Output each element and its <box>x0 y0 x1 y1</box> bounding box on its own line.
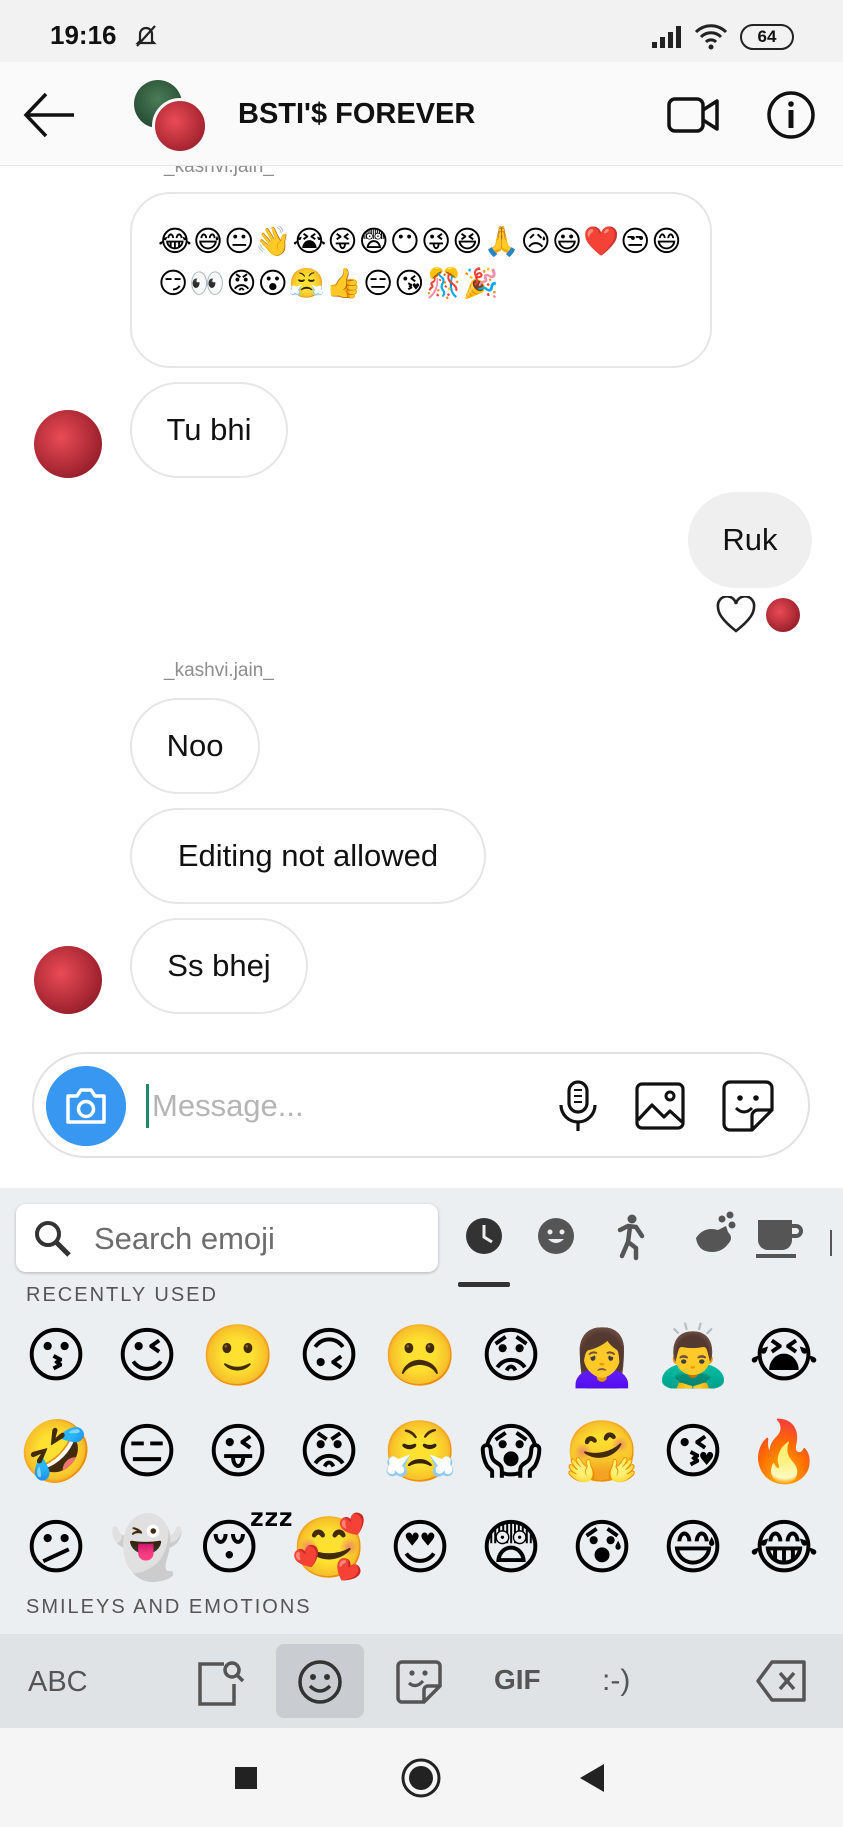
emoji-key[interactable]: 😂 <box>744 1508 824 1588</box>
my-message-bubble[interactable]: Ruk <box>688 492 812 588</box>
emoji-key[interactable]: 🙃 <box>289 1316 369 1396</box>
message-input[interactable] <box>152 1082 532 1130</box>
sender-avatar[interactable] <box>34 410 102 478</box>
search-icon <box>35 1221 71 1257</box>
heart-reaction-icon[interactable] <box>716 596 756 634</box>
emoji-key[interactable]: 🥰 <box>289 1508 369 1588</box>
emoji-key[interactable]: 😤 <box>380 1412 460 1492</box>
muted-bell-icon <box>135 25 157 47</box>
system-navigation-bar <box>0 1728 843 1827</box>
selected-category-indicator <box>458 1282 510 1287</box>
back-arrow-icon[interactable] <box>22 90 78 140</box>
abc-keyboard-button[interactable]: ABC <box>28 1666 88 1699</box>
sender-name: _kashvi.jain_ <box>164 660 274 681</box>
emoji-search-placeholder: Search emoji <box>94 1221 275 1256</box>
status-time: 19:16 <box>50 20 117 50</box>
smileys-heading: SMILEYS AND EMOTIONS <box>26 1596 312 1618</box>
emoji-key[interactable]: 🙇‍♂️ <box>653 1316 733 1396</box>
emoji-key[interactable]: 😜 <box>198 1412 278 1492</box>
food-category-icon[interactable] <box>752 1210 804 1262</box>
emoji-tab-icon[interactable] <box>294 1656 346 1708</box>
emoji-search-box[interactable]: Search emoji <box>16 1204 438 1272</box>
emoji-key[interactable]: 🤗 <box>562 1412 642 1492</box>
emoji-key[interactable]: 😑 <box>107 1412 187 1492</box>
emoji-key[interactable]: 🙂 <box>198 1316 278 1396</box>
people-category-icon[interactable] <box>604 1210 656 1262</box>
signal-icon <box>652 26 681 48</box>
sticker-icon[interactable] <box>720 1078 776 1134</box>
text-caret <box>146 1084 149 1128</box>
wifi-icon <box>694 24 728 50</box>
reactor-avatar <box>766 598 800 632</box>
back-triangle-icon[interactable] <box>572 1756 616 1800</box>
chat-title[interactable]: BSTI'$ FOREVER <box>238 98 475 131</box>
gif-tab-button[interactable]: GIF <box>494 1664 541 1696</box>
message-bubble[interactable]: Tu bhi <box>130 382 288 478</box>
message-bubble[interactable]: Ss bhej <box>130 918 308 1014</box>
emoji-key[interactable]: 😅 <box>653 1508 733 1588</box>
sender-avatar[interactable] <box>34 946 102 1014</box>
home-circle-icon[interactable] <box>399 1756 443 1800</box>
category-scroll-divider <box>830 1230 832 1256</box>
battery-indicator: 64 <box>740 24 794 50</box>
emoji-key[interactable]: 😗 <box>16 1316 96 1396</box>
emoji-key[interactable]: 🔥 <box>744 1412 824 1492</box>
emoji-key[interactable]: 😘 <box>653 1412 733 1492</box>
recents-square-icon[interactable] <box>224 1756 268 1800</box>
info-icon[interactable] <box>766 90 816 140</box>
microphone-icon[interactable] <box>550 1078 606 1134</box>
recent-emoji-grid: 😗 😉 🙂 🙃 ☹️ 😟 🙍‍♀️ 🙇‍♂️ 😭 🤣 😑 😜 😡 😤 😱 🤗 😘 🔥 😕 👻 😴 🥰 😍 😨 😰 😅 😂 <box>16 1316 836 1588</box>
emoji-key[interactable]: 🙍‍♀️ <box>562 1316 642 1396</box>
clipboard-search-icon[interactable] <box>194 1656 246 1708</box>
emoji-key[interactable]: 😨 <box>471 1508 551 1588</box>
recent-clock-icon[interactable] <box>458 1210 510 1262</box>
video-call-icon[interactable] <box>666 90 720 140</box>
message-bubble[interactable]: Editing not allowed <box>130 808 486 904</box>
smiley-category-icon[interactable] <box>530 1210 582 1262</box>
emoji-keyboard: Search emoji RECENTLY USED 😗 😉 🙂 🙃 ☹️ 😟 … <box>0 1188 843 1728</box>
recently-used-heading: RECENTLY USED <box>26 1284 218 1306</box>
emoji-message-bubble[interactable]: 😂😅😐👋😭😝😨😶😜😆🙏😥😃❤️😒😄😏👀😡😮😤👍😑😘🎊🎉 <box>130 192 712 368</box>
emoji-key[interactable]: 😕 <box>16 1508 96 1588</box>
camera-icon[interactable] <box>46 1066 126 1146</box>
emoji-key[interactable]: 😉 <box>107 1316 187 1396</box>
emoji-key[interactable]: 😡 <box>289 1412 369 1492</box>
emoji-key[interactable]: 😰 <box>562 1508 642 1588</box>
chat-header: BSTI'$ FOREVER <box>0 62 843 166</box>
message-thread[interactable]: _kashvi.jain_ 😂😅😐👋😭😝😨😶😜😆🙏😥😃❤️😒😄😏👀😡😮😤👍😑😘🎊… <box>0 166 843 1040</box>
sticker-tab-icon[interactable] <box>394 1656 446 1708</box>
member-avatar-2 <box>152 98 208 154</box>
emoji-key[interactable]: 😭 <box>744 1316 824 1396</box>
emoji-keyboard-topbar: Search emoji <box>0 1188 843 1290</box>
emoticon-tab-button[interactable]: :-) <box>602 1664 630 1698</box>
gallery-icon[interactable] <box>632 1078 688 1134</box>
backspace-icon[interactable] <box>756 1658 808 1704</box>
animals-category-icon[interactable] <box>688 1210 740 1262</box>
emoji-key[interactable]: 👻 <box>107 1508 187 1588</box>
keyboard-bottom-toolbar: ABC GIF :-) <box>0 1634 843 1728</box>
emoji-key[interactable]: 😍 <box>380 1508 460 1588</box>
emoji-key[interactable]: 😟 <box>471 1316 551 1396</box>
message-composer <box>32 1052 810 1158</box>
emoji-key[interactable]: 😴 <box>198 1508 294 1588</box>
emoji-key[interactable]: 🤣 <box>16 1412 96 1492</box>
group-avatar[interactable] <box>134 80 208 154</box>
sender-name: _kashvi.jain_ <box>164 166 274 177</box>
message-bubble[interactable]: Noo <box>130 698 260 794</box>
emoji-key[interactable]: ☹️ <box>380 1316 460 1396</box>
emoji-key[interactable]: 😱 <box>471 1412 551 1492</box>
screen: 19:16 64 BSTI'$ FOREVER _kashvi.jain_ 😂😅… <box>0 0 843 1827</box>
status-bar: 19:16 64 <box>0 0 843 62</box>
